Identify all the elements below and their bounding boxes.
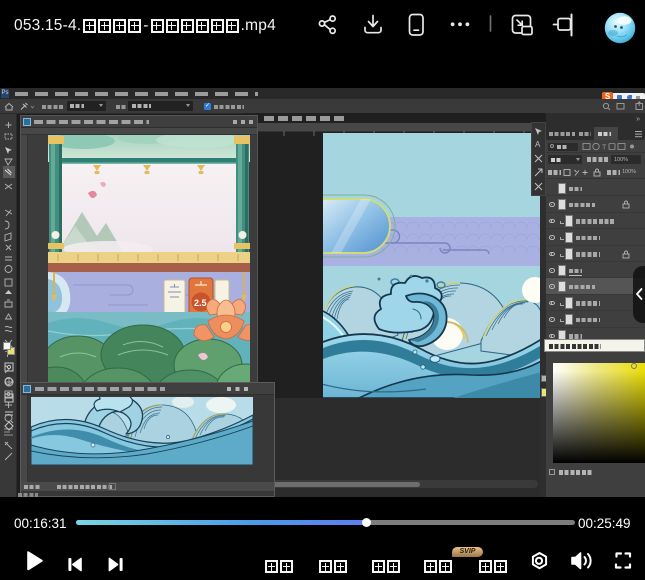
svg-text:2.5: 2.5	[194, 298, 207, 308]
svg-text:A: A	[535, 140, 541, 149]
svg-text:T: T	[602, 145, 607, 152]
